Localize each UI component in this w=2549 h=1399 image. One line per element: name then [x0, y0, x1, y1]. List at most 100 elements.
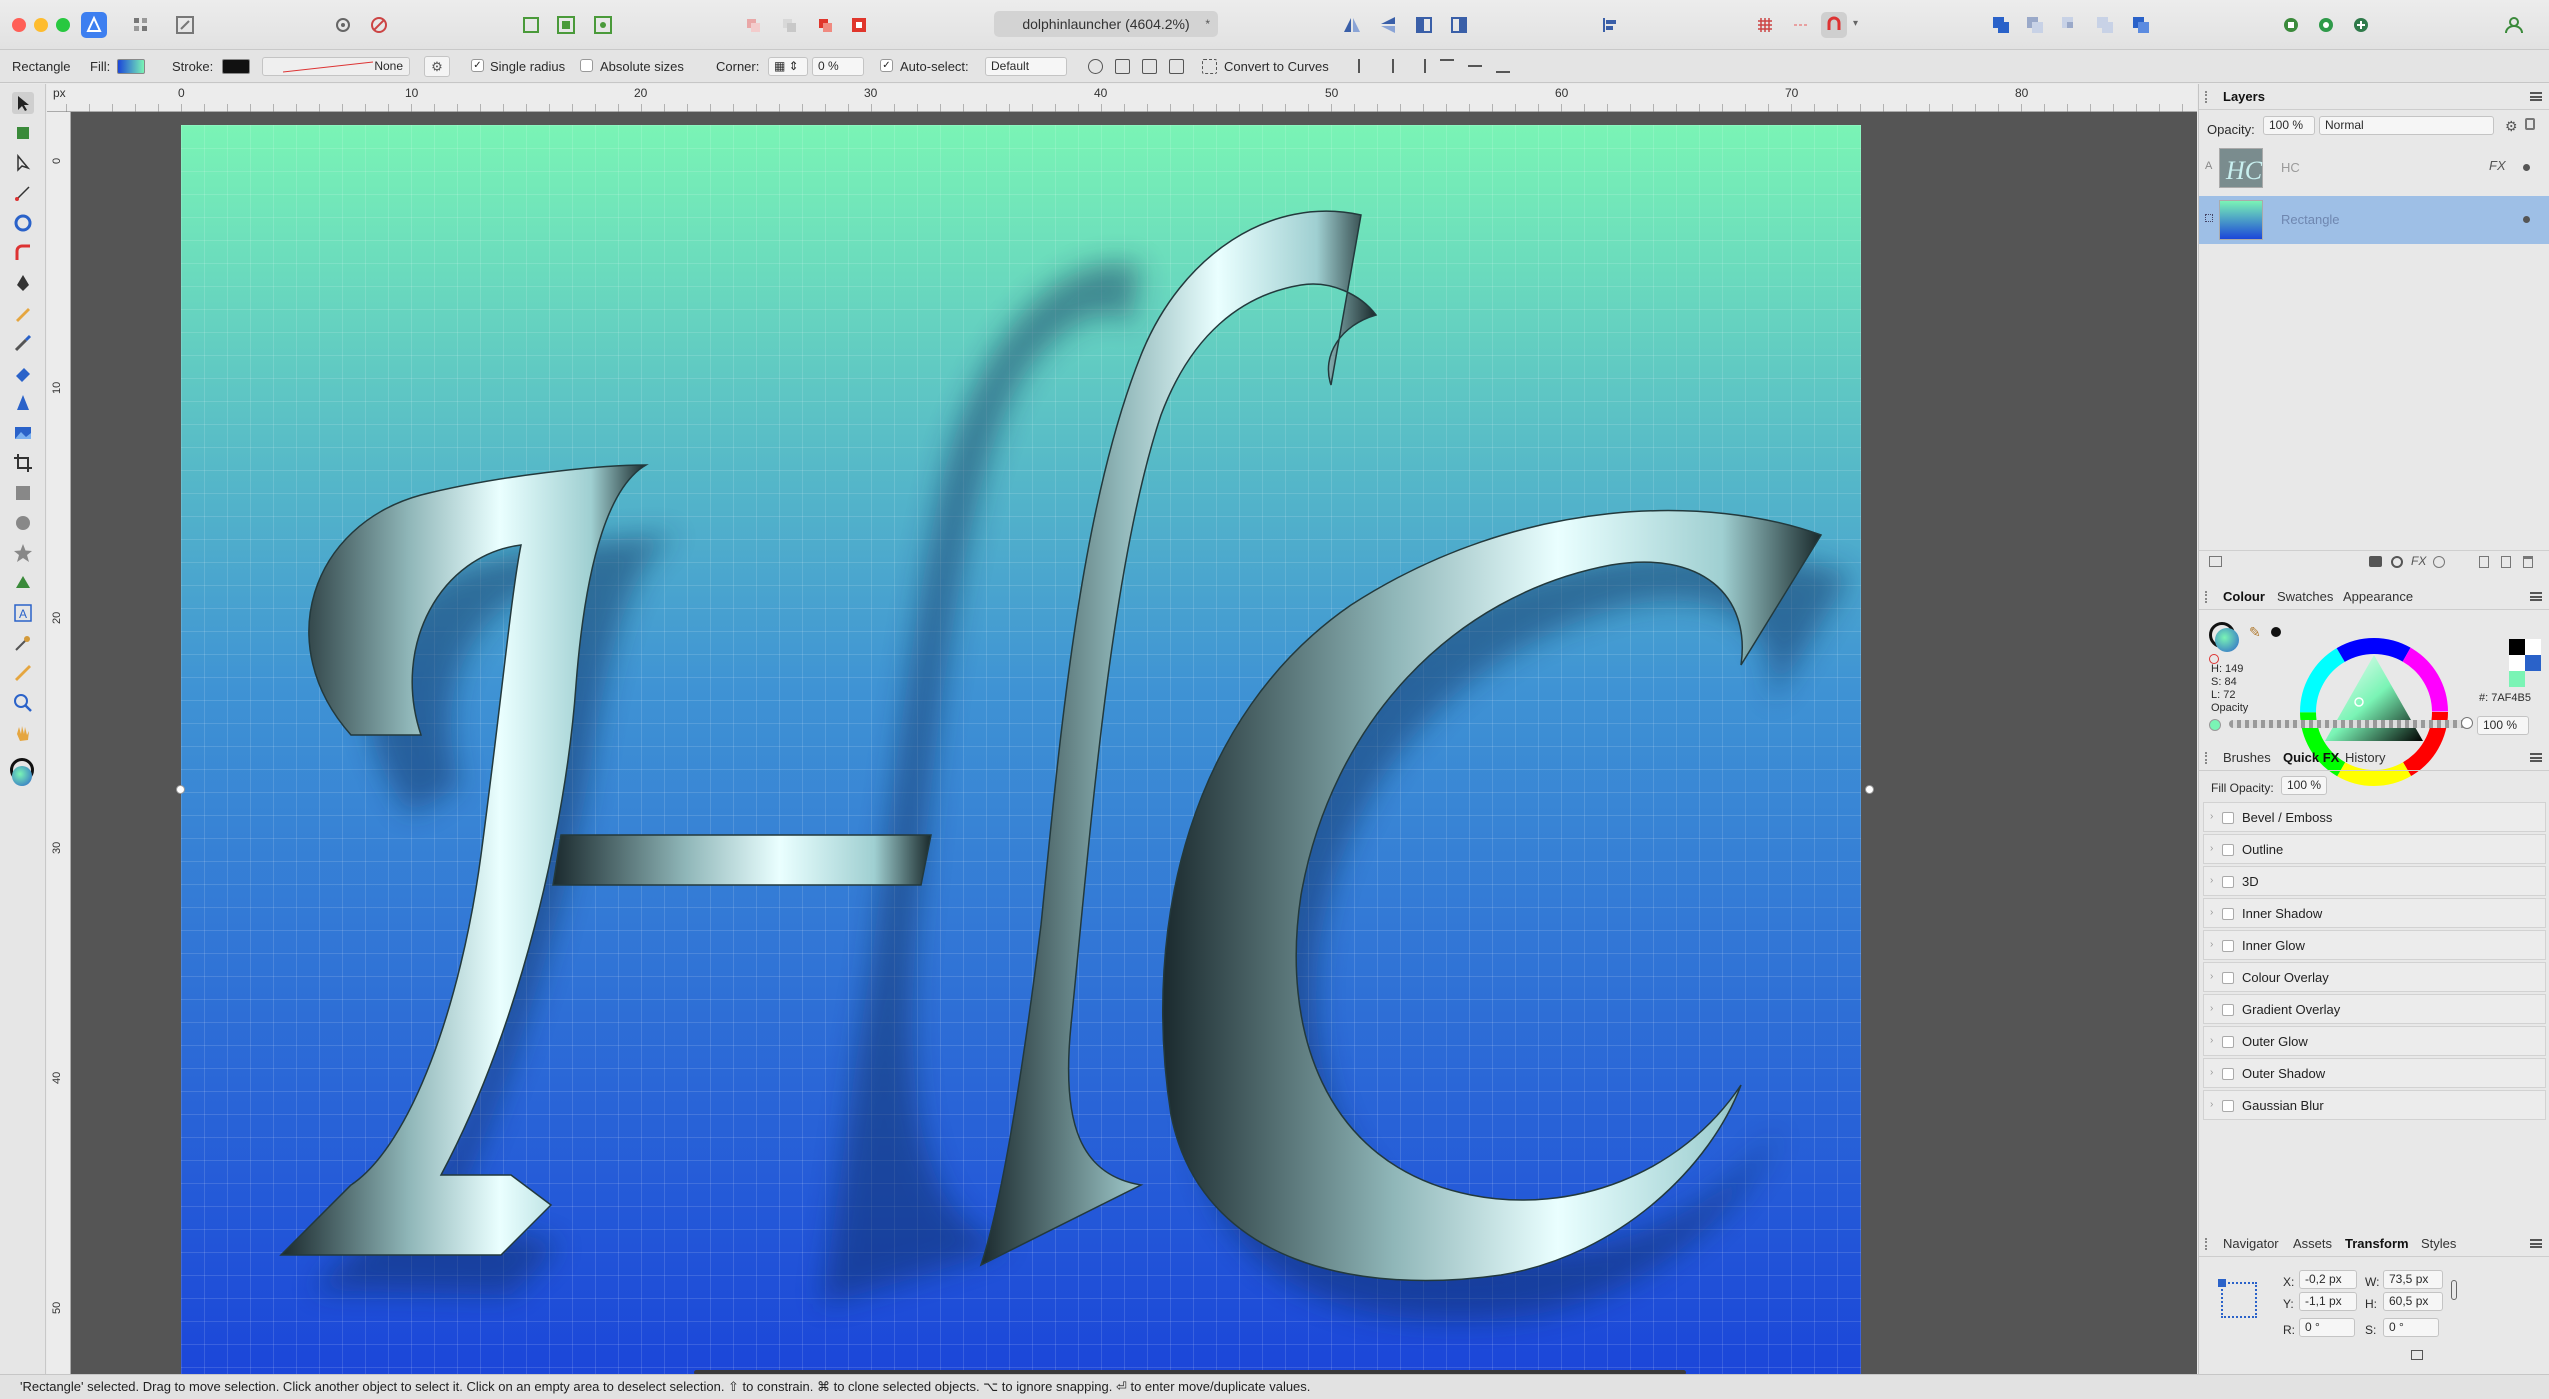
effect-row[interactable]: › Inner Glow [2203, 930, 2546, 960]
effect-row[interactable]: › 3D [2203, 866, 2546, 896]
snapping-toggle-icon[interactable] [1821, 12, 1847, 38]
panel-menu-icon[interactable] [2530, 592, 2542, 601]
effect-checkbox[interactable] [2222, 1100, 2234, 1112]
hc-artwork[interactable] [181, 125, 1861, 1374]
add-layer-icon[interactable] [2479, 556, 2489, 568]
selected-rectangle[interactable] [181, 125, 1861, 1374]
opacity-value-field[interactable]: 100 % [2477, 716, 2529, 735]
tab-transform[interactable]: Transform [2345, 1236, 2409, 1251]
insert-top-icon[interactable] [2348, 12, 2374, 38]
effect-checkbox[interactable] [2222, 940, 2234, 952]
tab-swatches[interactable]: Swatches [2277, 589, 2333, 604]
convert-to-curves-button[interactable]: Convert to Curves [1224, 59, 1329, 74]
lock-icon[interactable] [2525, 118, 2535, 130]
shear-field[interactable]: 0 ° [2383, 1318, 2439, 1337]
boolean-add-icon[interactable] [1988, 12, 2014, 38]
expand-chevron-icon[interactable]: › [2210, 939, 2213, 950]
blend-mode-dropdown[interactable]: Normal [2319, 116, 2494, 135]
flip-vertical-icon[interactable] [1375, 12, 1401, 38]
effect-checkbox[interactable] [2222, 844, 2234, 856]
effect-row[interactable]: › Gaussian Blur [2203, 1090, 2546, 1120]
select-inside-icon[interactable] [518, 12, 544, 38]
boolean-intersect-icon[interactable] [2057, 12, 2083, 38]
anchor-selector-icon[interactable] [2218, 1279, 2257, 1318]
bounding-box-icon[interactable] [1169, 59, 1184, 74]
trash-icon[interactable] [2523, 556, 2533, 568]
expand-chevron-icon[interactable]: › [2210, 843, 2213, 854]
align-right-icon[interactable] [1412, 59, 1426, 73]
boolean-divide-icon[interactable] [2128, 12, 2154, 38]
grid-icon[interactable] [1752, 12, 1778, 38]
shapes-tool-icon[interactable] [12, 572, 34, 594]
text-tool-icon[interactable]: A [12, 602, 34, 624]
close-window-button[interactable] [12, 18, 26, 32]
arrange-forward-icon[interactable] [812, 12, 838, 38]
boolean-xor-icon[interactable] [2092, 12, 2118, 38]
tab-navigator[interactable]: Navigator [2223, 1236, 2279, 1251]
arrange-back-icon[interactable] [740, 12, 766, 38]
align-top-icon[interactable] [1440, 59, 1454, 73]
document-tab[interactable]: dolphinlauncher (4604.2%) * [994, 11, 1218, 37]
rotate-right-icon[interactable] [1446, 12, 1472, 38]
pen-tool-icon[interactable] [12, 272, 34, 294]
zoom-window-button[interactable] [56, 18, 70, 32]
expand-chevron-icon[interactable]: › [2210, 811, 2213, 822]
flip-horizontal-icon[interactable] [1339, 12, 1365, 38]
star-tool-icon[interactable] [12, 542, 34, 564]
account-icon[interactable] [2501, 12, 2527, 38]
stroke-settings-gear-icon[interactable]: ⚙ [424, 56, 450, 77]
height-field[interactable]: 60,5 px [2383, 1292, 2443, 1311]
stroke-swatch[interactable] [222, 59, 250, 74]
point-transform-tool-icon[interactable] [12, 182, 34, 204]
add-mask-icon[interactable] [2369, 556, 2382, 567]
contour-tool-icon[interactable] [12, 212, 34, 234]
corner-value-field[interactable]: 0 % [812, 57, 864, 76]
tab-appearance[interactable]: Appearance [2343, 589, 2413, 604]
transform-origin-icon[interactable] [1088, 59, 1103, 74]
expand-chevron-icon[interactable]: › [2210, 1099, 2213, 1110]
fx-icon[interactable]: FX [2489, 158, 2506, 173]
place-image-tool-icon[interactable] [12, 422, 34, 444]
document-setup-icon[interactable] [330, 12, 356, 38]
panel-grip-icon[interactable] [2205, 752, 2209, 764]
absolute-sizes-checkbox[interactable] [580, 59, 593, 72]
layer-name[interactable]: Rectangle [2281, 212, 2340, 227]
panel-menu-icon[interactable] [2530, 92, 2542, 101]
canvas[interactable]: px 0 10 20 30 40 50 60 70 80 0 10 20 30 … [47, 84, 2197, 1374]
visibility-dot-icon[interactable] [2523, 216, 2530, 223]
pencil-tool-icon[interactable] [12, 302, 34, 324]
ellipse-tool-icon[interactable] [12, 512, 34, 534]
minimize-window-button[interactable] [34, 18, 48, 32]
expand-chevron-icon[interactable]: › [2210, 907, 2213, 918]
effect-row[interactable]: › Outline [2203, 834, 2546, 864]
arrange-front-icon[interactable] [846, 12, 872, 38]
scale-icon[interactable] [1142, 59, 1157, 74]
expand-chevron-icon[interactable]: › [2210, 971, 2213, 982]
fill-opacity-field[interactable]: 100 % [2281, 776, 2327, 795]
guides-icon[interactable] [1788, 12, 1814, 38]
node-tool-icon[interactable] [12, 152, 34, 174]
expand-chevron-icon[interactable]: › [2210, 1067, 2213, 1078]
align-center-icon[interactable] [1392, 59, 1406, 73]
tab-styles[interactable]: Styles [2421, 1236, 2456, 1251]
tab-history[interactable]: History [2345, 750, 2385, 765]
panel-grip-icon[interactable] [2205, 91, 2209, 103]
panel-menu-icon[interactable] [2530, 753, 2542, 762]
layer-row[interactable]: A HC HC FX [2199, 144, 2549, 192]
insert-behind-icon[interactable] [2313, 12, 2339, 38]
snapping-icon[interactable] [366, 12, 392, 38]
boolean-subtract-icon[interactable] [2022, 12, 2048, 38]
effect-row[interactable]: › Outer Shadow [2203, 1058, 2546, 1088]
color-picker-tool-icon[interactable] [12, 632, 34, 654]
panel-grip-icon[interactable] [2205, 1238, 2209, 1250]
select-outside-icon[interactable] [590, 12, 616, 38]
rectangle-tool-icon[interactable] [12, 482, 34, 504]
link-aspect-icon[interactable] [2451, 1280, 2457, 1300]
corner-type-selector[interactable]: ▦ ⇕ [768, 57, 808, 76]
effect-row[interactable]: › Bevel / Emboss [2203, 802, 2546, 832]
selection-handle-left[interactable] [176, 785, 185, 794]
layer-settings-gear-icon[interactable]: ⚙ [2505, 118, 2518, 135]
layers-footer-icon[interactable] [2209, 556, 2222, 567]
x-position-field[interactable]: -0,2 px [2299, 1270, 2357, 1289]
move-tool-icon[interactable] [12, 92, 34, 114]
